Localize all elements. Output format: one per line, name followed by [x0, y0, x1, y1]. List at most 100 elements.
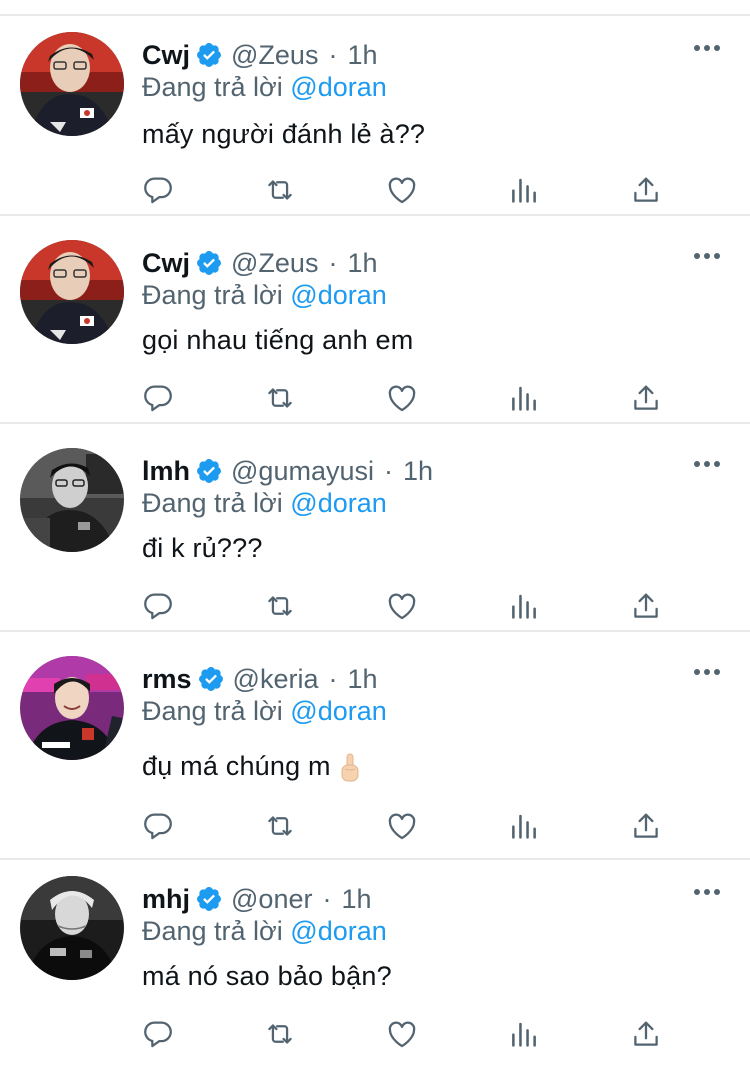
tweet-divider: [0, 630, 750, 632]
tweet[interactable]: rms @keria · 1h Đang trả lời @doran đụ m…: [0, 640, 750, 860]
timestamp[interactable]: 1h: [347, 37, 377, 73]
avatar-oner-image: [20, 876, 124, 980]
retweet-icon[interactable]: [260, 378, 300, 418]
more-icon[interactable]: [694, 38, 720, 58]
middle-finger-emoji: [341, 753, 359, 782]
replying-mention-link[interactable]: @doran: [290, 72, 386, 102]
tweet-actions: [0, 806, 750, 846]
tweet[interactable]: mhj @oner · 1h Đang trả lời @doran má nó…: [0, 860, 750, 1065]
views-icon[interactable]: [504, 1014, 544, 1054]
views-icon[interactable]: [504, 806, 544, 846]
share-icon[interactable]: [626, 1014, 666, 1054]
timestamp[interactable]: 1h: [347, 245, 377, 281]
reply-icon[interactable]: [138, 586, 178, 626]
avatar[interactable]: [20, 876, 124, 980]
verified-badge-icon: [197, 251, 221, 275]
replying-mention-link[interactable]: @doran: [290, 488, 386, 518]
separator-dot: ·: [322, 884, 332, 914]
tweet-text: mấy người đánh lẻ à??: [142, 119, 426, 149]
avatar-keria-image: [20, 656, 124, 760]
handle[interactable]: @keria: [233, 661, 319, 697]
share-icon[interactable]: [626, 170, 666, 210]
replying-prefix: Đang trả lời: [142, 916, 283, 946]
more-icon[interactable]: [694, 454, 720, 474]
tweet-divider: [0, 422, 750, 424]
display-name[interactable]: Cwj: [142, 245, 190, 281]
like-icon[interactable]: [382, 806, 422, 846]
handle[interactable]: @Zeus: [231, 245, 318, 281]
avatar[interactable]: [20, 32, 124, 136]
verified-badge-icon: [197, 43, 221, 67]
replying-prefix: Đang trả lời: [142, 72, 283, 102]
replying-to-line: Đang trả lời @doran: [142, 913, 387, 949]
verified-badge-icon: [198, 667, 223, 691]
retweet-icon[interactable]: [260, 806, 300, 846]
tweet-text: gọi nhau tiếng anh em: [142, 325, 414, 355]
timestamp[interactable]: 1h: [341, 881, 371, 917]
tweet[interactable]: Cwj @Zeus · 1h Đang trả lời @doran mấy n…: [0, 16, 750, 216]
reply-icon[interactable]: [138, 806, 178, 846]
avatar[interactable]: [20, 240, 124, 344]
display-name[interactable]: rms: [142, 661, 192, 697]
avatar-zeus-image: [20, 32, 124, 136]
tweet-text: má nó sao bảo bận?: [142, 961, 392, 991]
share-icon[interactable]: [626, 806, 666, 846]
tweet-header: lmh @gumayusi · 1h: [142, 453, 433, 489]
avatar-zeus-image: [20, 240, 124, 344]
tweet[interactable]: Cwj @Zeus · 1h Đang trả lời @doran gọi n…: [0, 224, 750, 424]
replying-to-line: Đang trả lời @doran: [142, 277, 387, 313]
tweet-divider: [0, 214, 750, 216]
tweet-header: Cwj @Zeus · 1h: [142, 245, 378, 281]
more-icon[interactable]: [694, 882, 720, 902]
tweet-text: đụ má chúng m: [142, 751, 331, 781]
display-name[interactable]: lmh: [142, 453, 190, 489]
more-icon[interactable]: [694, 246, 720, 266]
replying-to-line: Đang trả lời @doran: [142, 693, 387, 729]
tweet-header: Cwj @Zeus · 1h: [142, 37, 378, 73]
like-icon[interactable]: [382, 586, 422, 626]
replying-prefix: Đang trả lời: [142, 280, 283, 310]
replying-mention-link[interactable]: @doran: [290, 916, 386, 946]
replying-to-line: Đang trả lời @doran: [142, 485, 387, 521]
views-icon[interactable]: [504, 170, 544, 210]
retweet-icon[interactable]: [260, 170, 300, 210]
share-icon[interactable]: [626, 378, 666, 418]
replying-mention-link[interactable]: @doran: [290, 696, 386, 726]
verified-badge-icon: [197, 459, 221, 483]
views-icon[interactable]: [504, 586, 544, 626]
like-icon[interactable]: [382, 1014, 422, 1054]
reply-icon[interactable]: [138, 170, 178, 210]
reply-icon[interactable]: [138, 1014, 178, 1054]
replying-mention-link[interactable]: @doran: [290, 280, 386, 310]
tweet-header: rms @keria · 1h: [142, 661, 378, 697]
tweet[interactable]: lmh @gumayusi · 1h Đang trả lời @doran đ…: [0, 432, 750, 632]
tweet-actions: [0, 586, 750, 626]
like-icon[interactable]: [382, 170, 422, 210]
share-icon[interactable]: [626, 586, 666, 626]
avatar[interactable]: [20, 448, 124, 552]
handle[interactable]: @gumayusi: [231, 453, 374, 489]
avatar-gumayusi-image: [20, 448, 124, 552]
display-name[interactable]: Cwj: [142, 37, 190, 73]
like-icon[interactable]: [382, 378, 422, 418]
separator-dot: ·: [328, 248, 338, 278]
separator-dot: ·: [383, 456, 393, 486]
more-icon[interactable]: [694, 662, 720, 682]
verified-badge-icon: [197, 887, 221, 911]
tweet-header: mhj @oner · 1h: [142, 881, 372, 917]
views-icon[interactable]: [504, 378, 544, 418]
separator-dot: ·: [328, 40, 338, 70]
tweet-actions: [0, 170, 750, 210]
tweet-actions: [0, 378, 750, 418]
handle[interactable]: @oner: [231, 881, 312, 917]
timestamp[interactable]: 1h: [403, 453, 433, 489]
reply-icon[interactable]: [138, 378, 178, 418]
avatar[interactable]: [20, 656, 124, 760]
tweet-text-row: đụ má chúng m: [142, 748, 361, 784]
retweet-icon[interactable]: [260, 1014, 300, 1054]
retweet-icon[interactable]: [260, 586, 300, 626]
timestamp[interactable]: 1h: [347, 661, 377, 697]
replying-to-line: Đang trả lời @doran: [142, 69, 387, 105]
display-name[interactable]: mhj: [142, 881, 190, 917]
handle[interactable]: @Zeus: [231, 37, 318, 73]
